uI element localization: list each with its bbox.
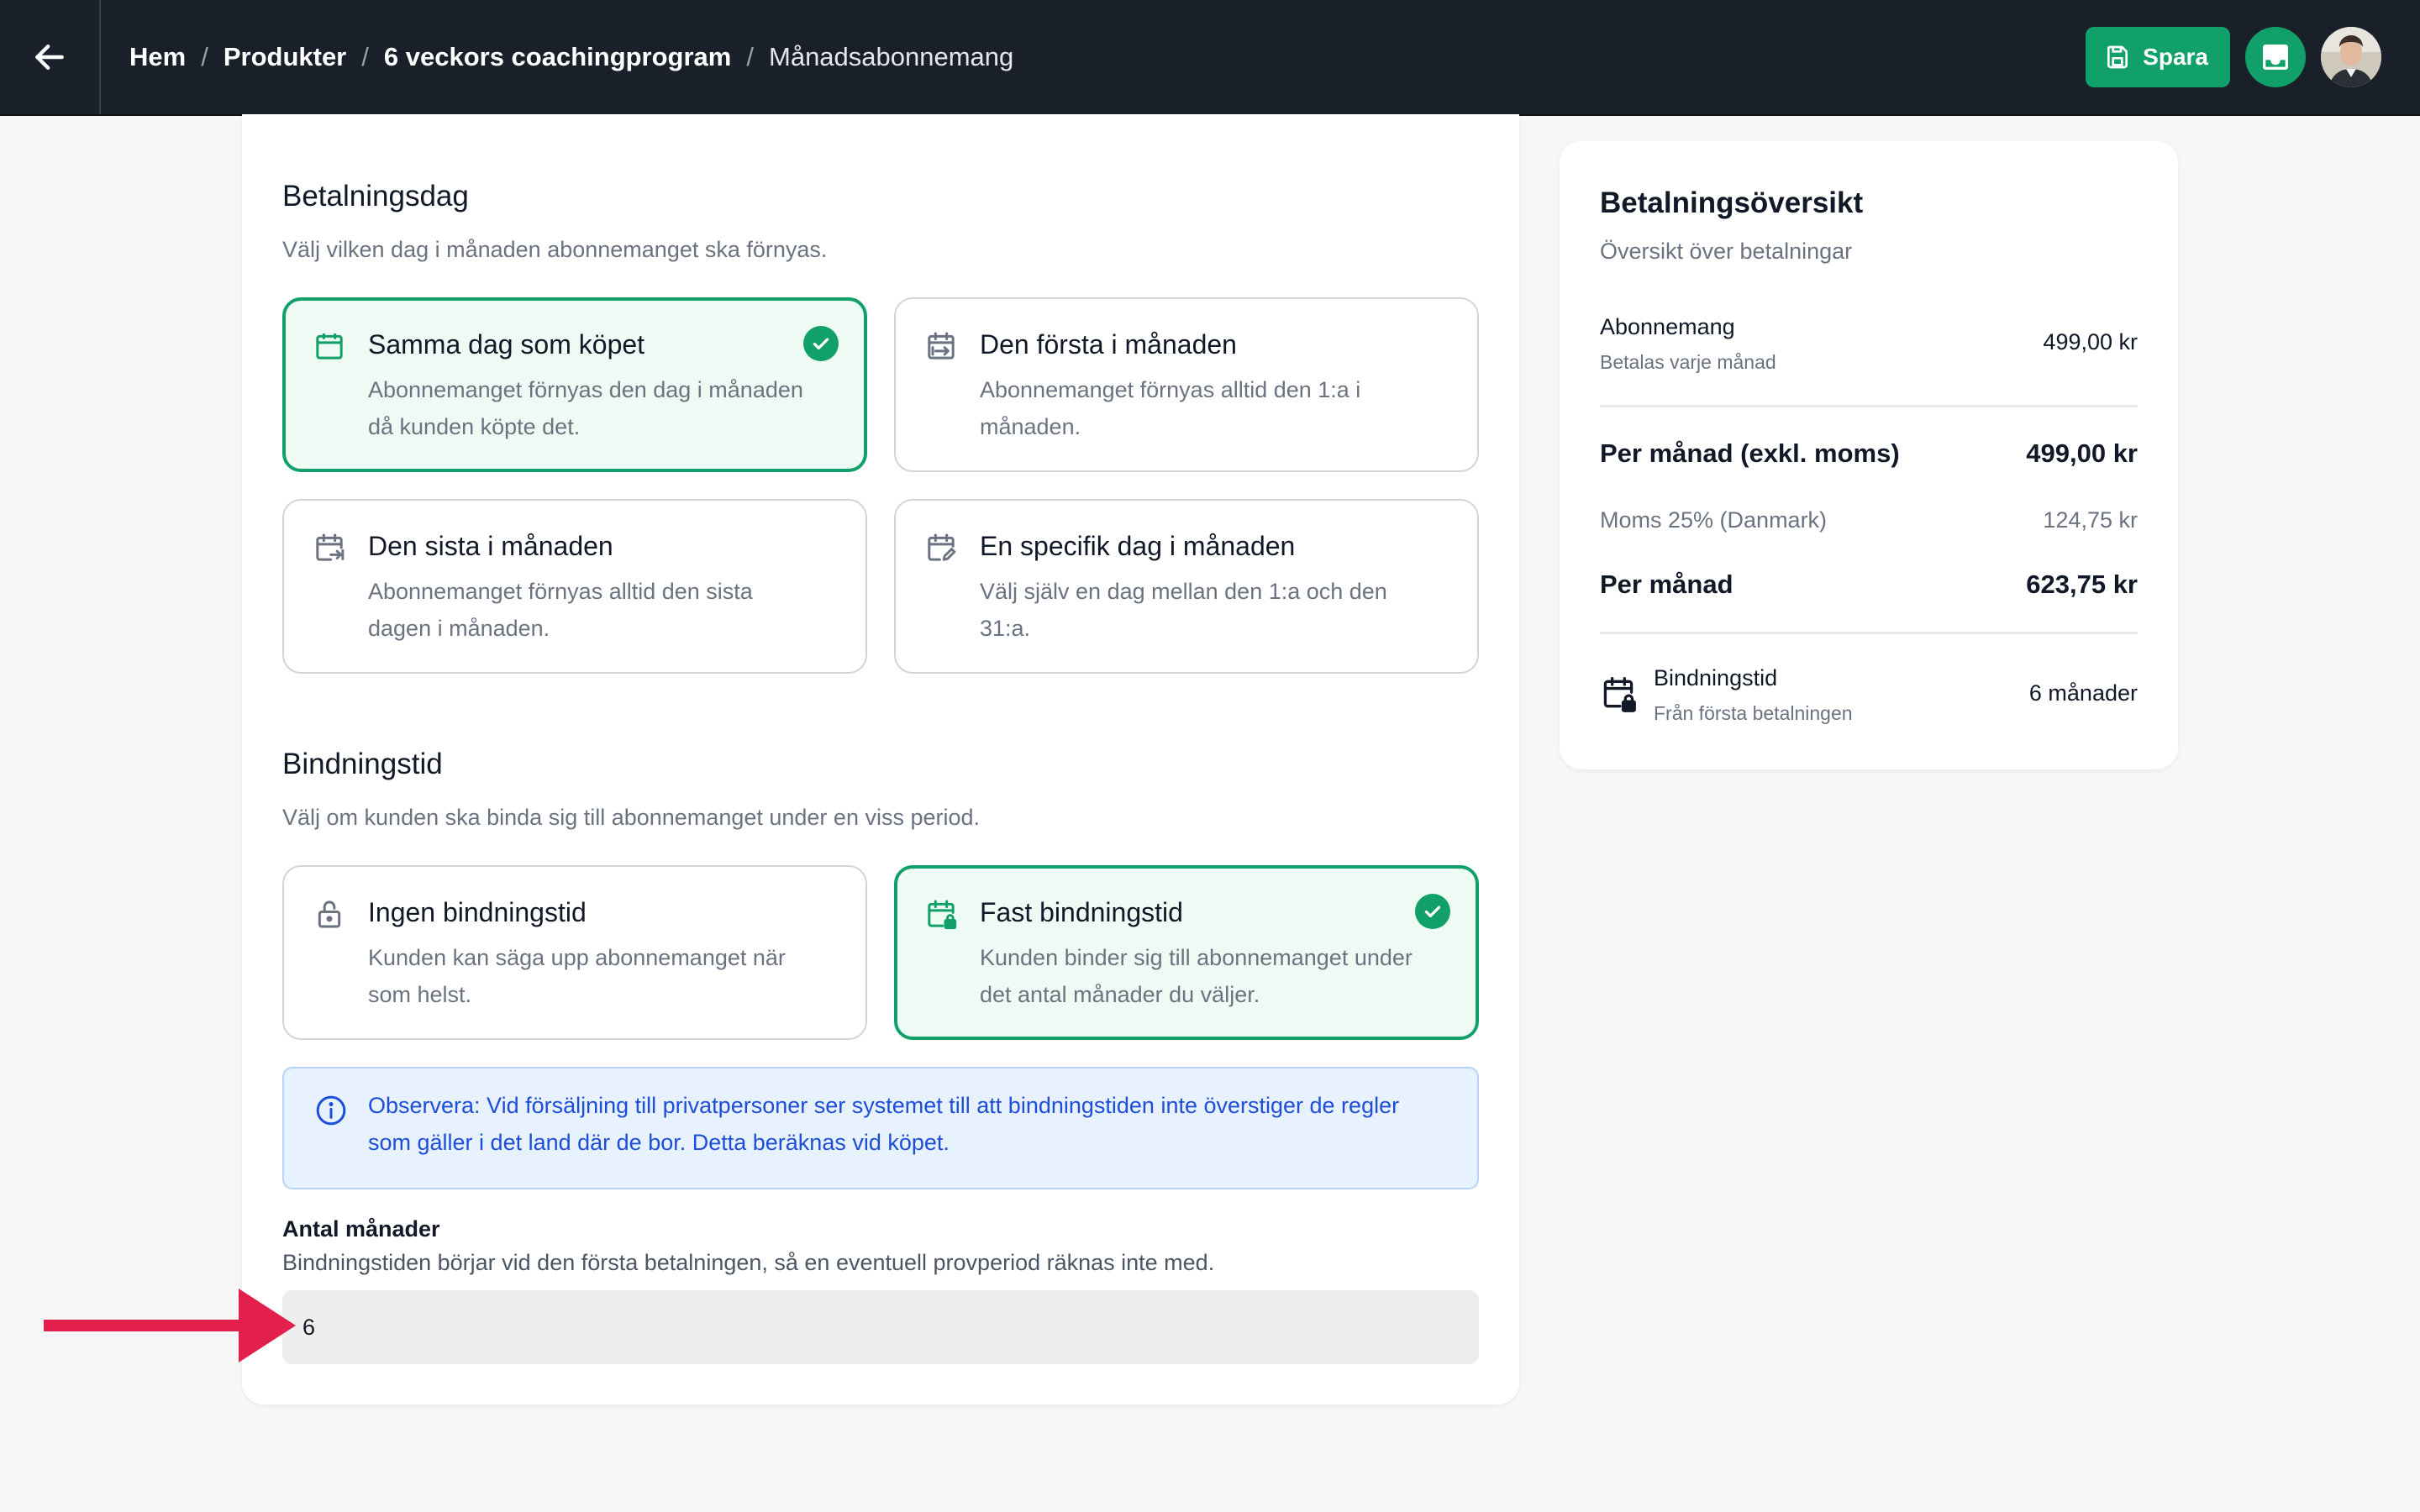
info-icon [316, 1095, 346, 1126]
divider [1600, 405, 2138, 407]
save-button[interactable]: Spara [2086, 27, 2230, 87]
per-month-value: 623,75 kr [2026, 570, 2138, 599]
option-description: Kunden kan säga upp abonnemanget när som… [368, 945, 786, 1007]
option-first-of-month[interactable]: Den första i månaden Abonnemanget förnya… [894, 297, 1479, 472]
breadcrumb-current: Månadsabonnemang [769, 42, 1014, 71]
check-icon [803, 326, 839, 361]
months-help: Bindningstiden börjar vid den första bet… [282, 1250, 1215, 1275]
save-button-label: Spara [2143, 44, 2208, 70]
summary-vat-row: Moms 25% (Danmark) 124,75 kr [1600, 507, 2138, 541]
divider [1600, 632, 2138, 634]
breadcrumb-product[interactable]: 6 veckors coachingprogram [384, 42, 732, 72]
vat-label: Moms 25% (Danmark) [1600, 507, 1828, 533]
back-button[interactable] [0, 0, 101, 114]
vat-value: 124,75 kr [2043, 507, 2138, 533]
breadcrumb: Hem / Produkter / 6 veckors coachingprog… [129, 42, 1013, 72]
months-input[interactable] [282, 1290, 1479, 1364]
subscription-label: Abonnemang [1600, 314, 1735, 339]
payment-day-description: Välj vilken dag i månaden abonnemanget s… [282, 237, 828, 262]
user-photo [2321, 27, 2381, 87]
top-bar: Hem / Produkter / 6 veckors coachingprog… [0, 0, 2420, 116]
option-no-binding[interactable]: Ingen bindningstid Kunden kan säga upp a… [282, 865, 867, 1040]
save-icon [2107, 45, 2128, 69]
summary-subtitle: Översikt över betalningar [1600, 239, 1853, 264]
per-month-excl-label: Per månad (exkl. moms) [1600, 438, 1900, 468]
binding-title: Bindningstid [282, 748, 443, 780]
calendar-lock-icon [928, 900, 957, 930]
calendar-lock-icon [1603, 677, 1636, 712]
per-month-label: Per månad [1600, 570, 1733, 599]
notice-text: Observera: Vid försäljning till privatpe… [368, 1093, 1400, 1155]
summary-per-month-excl-row: Per månad (exkl. moms) 499,00 kr [1600, 438, 2138, 472]
option-description: Kunden binder sig till abonnemanget unde… [980, 945, 1413, 1007]
option-description: Abonnemanget förnyas alltid den sista da… [368, 579, 753, 641]
option-description: Abonnemanget förnyas den dag i månaden d… [368, 377, 803, 439]
subscription-sub-label: Betalas varje månad [1600, 351, 1776, 373]
calendar-edit-icon [928, 533, 956, 561]
binding-notice: Observera: Vid försäljning till privatpe… [282, 1067, 1479, 1189]
option-title: Den sista i månaden [368, 531, 613, 561]
option-description: Abonnemanget förnyas alltid den 1:a i må… [980, 377, 1361, 439]
months-label: Antal månader [282, 1216, 440, 1242]
summary-subscription-row: Abonnemang Betalas varje månad 499,00 kr [1600, 314, 2138, 381]
subscription-value: 499,00 kr [2043, 329, 2138, 354]
unlock-icon [318, 900, 341, 928]
payment-summary-card: Betalningsöversikt Översikt över betalni… [1560, 141, 2178, 769]
option-title: Fast bindningstid [980, 897, 1183, 927]
calendar-icon [316, 333, 343, 360]
option-same-day[interactable]: Samma dag som köpet Abonnemanget förnyas… [282, 297, 867, 472]
inbox-icon [2263, 45, 2288, 70]
settings-card: Betalningsdag Välj vilken dag i månaden … [242, 114, 1519, 1404]
annotation-arrow [44, 1289, 296, 1362]
option-description: Välj själv en dag mellan den 1:a och den… [980, 579, 1387, 641]
option-title: Ingen bindningstid [368, 897, 587, 927]
calendar-first-icon [928, 332, 955, 360]
option-specific-day[interactable]: En specifik dag i månaden Välj själv en … [894, 499, 1479, 674]
arrow-left-icon [35, 44, 64, 71]
binding-label: Bindningstid [1654, 665, 1778, 690]
option-title: Den första i månaden [980, 329, 1237, 360]
inbox-button[interactable] [2245, 27, 2306, 87]
avatar[interactable] [2321, 27, 2381, 87]
check-icon [1415, 894, 1450, 929]
option-fixed-binding[interactable]: Fast bindningstid Kunden binder sig till… [894, 865, 1479, 1040]
summary-binding-row: Bindningstid Från första betalningen 6 m… [1654, 665, 2138, 732]
breadcrumb-products[interactable]: Produkter [224, 42, 346, 72]
breadcrumb-separator: / [746, 42, 754, 71]
breadcrumb-separator: / [361, 42, 369, 71]
binding-value: 6 månader [2028, 680, 2138, 706]
summary-per-month-row: Per månad 623,75 kr [1600, 570, 2138, 603]
option-last-of-month[interactable]: Den sista i månaden Abonnemanget förnyas… [282, 499, 867, 674]
binding-description: Välj om kunden ska binda sig till abonne… [282, 805, 981, 830]
payment-day-title: Betalningsdag [282, 180, 469, 213]
calendar-last-icon [316, 533, 345, 561]
option-title: Samma dag som köpet [368, 329, 645, 360]
binding-sub-label: Från första betalningen [1654, 702, 1853, 724]
per-month-excl-value: 499,00 kr [2026, 438, 2138, 468]
option-title: En specifik dag i månaden [980, 531, 1296, 561]
summary-title: Betalningsöversikt [1600, 186, 1864, 219]
breadcrumb-separator: / [201, 42, 208, 71]
breadcrumb-home[interactable]: Hem [129, 42, 186, 72]
